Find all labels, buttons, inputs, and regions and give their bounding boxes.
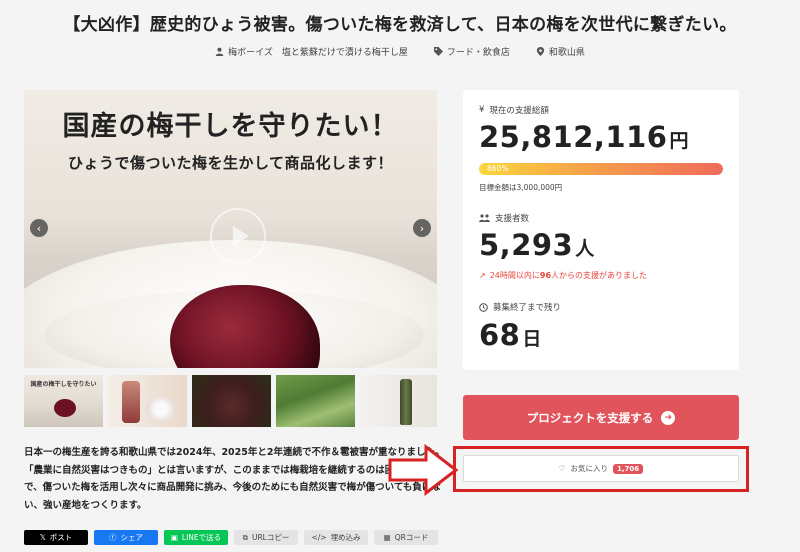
goal-amount: 目標金額は3,000,000円 [479,183,563,192]
location-link[interactable]: 和歌山県 [536,45,585,58]
category-link[interactable]: フード・飲食店 [433,45,510,58]
favorite-button[interactable]: ♡ お気に入り 1,706 [463,455,739,482]
trend-up-icon: ↗ [479,271,486,280]
progress-percent: 860% [487,164,509,173]
code-icon: </> [311,533,327,542]
remaining-days-unit: 日 [522,328,542,350]
thumbnail-5[interactable] [360,375,437,427]
supporters-count: 5,293 人 [479,228,595,262]
rice-ball-image [146,397,176,421]
share-x-button[interactable]: 𝕏 ポスト [24,530,88,545]
supporters-label-row: 支援者数 [479,212,529,224]
tag-icon [433,47,443,56]
share-bar: 𝕏 ポスト ⓕ シェア ▣ LINEで送る ⧉ URLコピー </> 埋め込み ▦ QRコー… [24,530,438,545]
chevron-left-icon[interactable]: ‹ [30,219,48,237]
facebook-icon: ⓕ [109,533,117,542]
thumbnail-2[interactable] [108,375,187,427]
trend-notice: ↗ 24時間以内に96人からの支援がありました [479,270,647,281]
thumbnail-4[interactable] [276,375,355,427]
thumbnail-caption: 国産の梅干しを守りたい [30,381,97,388]
share-facebook-button[interactable]: ⓕ シェア [94,530,158,545]
raised-amount-unit: 円 [669,130,689,152]
remaining-days-value: 68 [479,318,521,352]
pointer-arrow-icon [388,444,459,496]
trend-number: 96 [539,271,552,280]
line-icon: ▣ [170,533,178,542]
raised-label-row: ¥ 現在の支援総額 [479,104,549,116]
qr-code-label: QRコード [394,533,429,542]
bottle-image [122,381,140,423]
supporters-label: 支援者数 [495,214,530,224]
owner-link[interactable]: 梅ボーイズ 塩と紫蘇だけで漬ける梅干し屋 [215,45,408,58]
location-name: 和歌山県 [548,48,585,58]
supporters-icon [479,214,490,222]
thumbnail-strip: 国産の梅干しを守りたい [24,375,437,427]
progress-bar-fill [479,163,723,175]
location-pin-icon [536,47,544,56]
hero-video[interactable]: 国産の梅干しを守りたい！ ひょうで傷ついた梅を生かして商品化します！ [24,90,437,368]
embed-button[interactable]: </> 埋め込み [304,530,368,545]
remaining-label-row: 募集終了まで残り [479,301,561,313]
play-icon[interactable] [210,208,266,264]
owner-name: 梅ボーイズ 塩と紫蘇だけで漬ける梅干し屋 [228,48,408,58]
raised-label: 現在の支援総額 [489,106,549,116]
supporters-count-unit: 人 [575,238,595,260]
favorite-count: 1,706 [613,463,644,474]
clock-icon [479,302,488,312]
share-line-button[interactable]: ▣ LINEで送る [164,530,228,545]
favorite-label: お気に入り [570,464,609,473]
copy-url-button[interactable]: ⧉ URLコピー [234,530,298,545]
hero-headline: 国産の梅干しを守りたい！ [62,111,399,142]
share-line-label: LINEで送る [181,533,222,542]
arrow-right-icon: ➜ [661,410,676,425]
raised-amount: 25,812,116 円 [479,120,689,154]
project-title: 【大凶作】歴史的ひょう被害。傷ついた梅を救済して、日本の梅を次世代に繋ぎたい。 [63,15,737,35]
x-icon: 𝕏 [39,533,46,542]
trend-prefix: 24時間以内に [489,271,540,280]
supporters-count-value: 5,293 [479,228,574,262]
support-project-label: プロジェクトを支援する [526,410,654,425]
heart-icon: ♡ [558,464,566,473]
embed-label: 埋め込み [330,533,361,542]
qr-code-button[interactable]: ▦ QRコード [374,530,438,545]
project-meta: 梅ボーイズ 塩と紫蘇だけで漬ける梅干し屋 フード・飲食店 和歌山県 [0,45,800,58]
hero-subline: ひょうで傷ついた梅を生かして商品化します！ [67,154,394,172]
funding-stats-card: ¥ 現在の支援総額 25,812,116 円 860% 目標金額は3,000,00… [463,90,739,370]
share-facebook-label: シェア [120,533,144,542]
remaining-days: 68 日 [479,318,542,352]
trend-text: 24時間以内に96人からの支援がありました [490,270,647,281]
share-x-label: ポスト [49,533,73,542]
copy-url-label: URLコピー [251,533,290,542]
user-icon [215,47,224,56]
category-name: フード・飲食店 [446,48,510,58]
thumbnail-plum [54,399,76,417]
wine-bottle-image [400,379,412,425]
thumbnail-3[interactable] [192,375,271,427]
copy-icon: ⧉ [242,532,248,542]
chevron-right-icon[interactable]: › [413,219,431,237]
remaining-label: 募集終了まで残り [493,303,562,313]
yen-icon: ¥ [479,105,485,115]
qr-icon: ▦ [383,533,391,542]
raised-amount-value: 25,812,116 [479,120,668,154]
thumbnail-1[interactable]: 国産の梅干しを守りたい [24,375,103,427]
trend-suffix: 人からの支援がありました [551,271,648,280]
progress-bar: 860% [479,163,723,175]
support-project-button[interactable]: プロジェクトを支援する ➜ [463,395,739,440]
